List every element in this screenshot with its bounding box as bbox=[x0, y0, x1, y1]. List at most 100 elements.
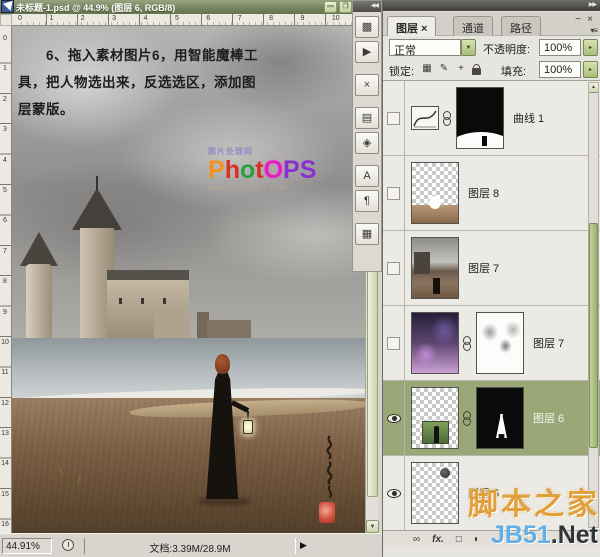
visibility-toggle[interactable] bbox=[383, 231, 405, 306]
dock-expand-control[interactable]: ◀◀ bbox=[353, 1, 381, 12]
beach-art bbox=[12, 398, 365, 533]
hidden-eye-well[interactable] bbox=[387, 262, 400, 275]
layer-thumbnail[interactable] bbox=[411, 312, 459, 374]
layer-row-layer8[interactable]: 图层 8 bbox=[383, 156, 600, 231]
layer-mask-thumbnail[interactable] bbox=[456, 87, 504, 149]
black-dress bbox=[202, 369, 244, 499]
add-mask-icon[interactable]: □ bbox=[456, 534, 462, 545]
eye-icon[interactable] bbox=[387, 414, 401, 423]
hidden-eye-well[interactable] bbox=[387, 337, 400, 350]
ruler-number: 0 bbox=[12, 14, 43, 25]
layer-name[interactable]: 图层 6 bbox=[533, 410, 564, 426]
lock-all-icon[interactable] bbox=[472, 68, 481, 75]
hidden-eye-well[interactable] bbox=[387, 112, 400, 125]
ruler-number: 6 bbox=[200, 14, 231, 25]
layer-name[interactable]: 曲线 1 bbox=[513, 110, 544, 126]
visibility-toggle[interactable] bbox=[383, 81, 405, 156]
link-layers-icon[interactable]: ∞ bbox=[413, 534, 420, 545]
mask-link-icon[interactable] bbox=[462, 411, 470, 425]
layer-thumbnail[interactable] bbox=[411, 387, 459, 449]
restore-button[interactable]: ❐ bbox=[339, 1, 352, 13]
visibility-toggle[interactable] bbox=[383, 306, 405, 381]
lock-paint-icon[interactable]: ✎ bbox=[438, 62, 450, 75]
panel-close-button[interactable]: × bbox=[587, 14, 593, 25]
layer-row-layer6-selected[interactable]: 图层 6 bbox=[383, 381, 600, 456]
woman-figure-art bbox=[195, 354, 253, 508]
panel-scrollbar[interactable]: ▲ bbox=[588, 82, 599, 528]
document-window: 未标题-1.psd @ 44.9% (图层 6, RGB/8) — ❐ 0123… bbox=[0, 0, 382, 557]
layer-thumbnail[interactable] bbox=[411, 162, 459, 224]
layer-row-layer5[interactable]: 图层 5 bbox=[383, 456, 600, 530]
tab-layers[interactable]: 图层 × bbox=[387, 16, 436, 36]
mask-link-icon[interactable] bbox=[462, 336, 470, 350]
character-palette-icon[interactable]: A bbox=[355, 165, 379, 187]
document-size-info: 文档:3.39M/28.9M bbox=[84, 538, 296, 554]
eye-icon[interactable] bbox=[387, 489, 401, 498]
visibility-toggle[interactable] bbox=[383, 381, 405, 456]
panel-collapse-control[interactable]: ▶▶ bbox=[383, 0, 600, 11]
layer-row-layer7b[interactable]: 图层 7 bbox=[383, 306, 600, 381]
canvas[interactable]: 6、拖入素材图片6，用智能魔棒工 具，把人物选出来，反选选区，添加图 层蒙版。 … bbox=[12, 26, 365, 533]
panel-scroll-thumb[interactable] bbox=[589, 223, 598, 448]
layer-thumbnail[interactable] bbox=[411, 237, 459, 299]
opacity-value-field[interactable]: 100% bbox=[539, 39, 581, 56]
layer-name[interactable]: 图层 8 bbox=[468, 185, 499, 201]
zoom-level-field[interactable]: 44.91% bbox=[2, 538, 52, 554]
paragraph-palette-icon[interactable]: ¶ bbox=[355, 190, 379, 212]
layer-name[interactable]: 图层 7 bbox=[468, 260, 499, 276]
document-titlebar[interactable]: 未标题-1.psd @ 44.9% (图层 6, RGB/8) — ❐ bbox=[0, 0, 382, 14]
visibility-toggle[interactable] bbox=[383, 456, 405, 531]
tool-presets-palette-icon[interactable]: × bbox=[355, 74, 379, 96]
lock-transparency-icon[interactable]: ▦ bbox=[421, 62, 433, 75]
curves-adjustment-thumbnail[interactable] bbox=[411, 106, 439, 130]
brushes-palette-icon[interactable]: ▩ bbox=[355, 16, 379, 38]
panel-menu-icon[interactable]: ▾≡ bbox=[590, 26, 597, 35]
blend-dropdown-icon[interactable]: ▼ bbox=[461, 39, 476, 56]
layers-panel: ▶▶ 图层 × 通道 路径 − × ▾≡ 正常 ▼ 不透明度: 100% ▸ 锁… bbox=[382, 0, 600, 557]
tab-channels[interactable]: 通道 bbox=[453, 16, 493, 36]
layer-name[interactable]: 图层 7 bbox=[533, 335, 564, 351]
layer-thumbnail[interactable] bbox=[411, 462, 459, 524]
layer-row-curves1[interactable]: 曲线 1 bbox=[383, 81, 600, 156]
layer-comps-palette-icon[interactable]: ▤ bbox=[355, 107, 379, 129]
logo-compass-o: O bbox=[264, 156, 283, 184]
layer-row-layer7a[interactable]: 图层 7 bbox=[383, 231, 600, 306]
ruler-number: 9 bbox=[0, 300, 10, 330]
minimize-button[interactable]: — bbox=[324, 1, 337, 13]
logo-letter: P bbox=[208, 156, 225, 184]
layer-name[interactable]: 图层 5 bbox=[468, 485, 499, 501]
ruler-number: 0 bbox=[0, 26, 10, 56]
blend-mode-select[interactable]: 正常 bbox=[389, 39, 461, 56]
opacity-slider-icon[interactable]: ▸ bbox=[583, 39, 598, 56]
logo-letter: t bbox=[255, 156, 263, 184]
clone-source-palette-icon[interactable]: ◈ bbox=[355, 132, 379, 154]
fill-slider-icon[interactable]: ▸ bbox=[583, 61, 598, 78]
ruler-number: 6 bbox=[0, 208, 10, 238]
ruler-number: 15 bbox=[0, 482, 10, 512]
tutorial-line: 具，把人物选出来，反选选区，添加图 bbox=[18, 69, 354, 96]
tab-paths[interactable]: 路径 bbox=[501, 16, 541, 36]
layer-style-icon[interactable]: fx. bbox=[432, 534, 444, 545]
actions-palette-icon[interactable]: ▶ bbox=[355, 41, 379, 63]
hidden-eye-well[interactable] bbox=[387, 187, 400, 200]
fill-value-field[interactable]: 100% bbox=[539, 61, 581, 78]
adjustment-layer-icon[interactable]: ◐ bbox=[474, 534, 480, 545]
lock-position-icon[interactable]: + bbox=[455, 62, 467, 75]
layer-mask-thumbnail[interactable] bbox=[476, 312, 524, 374]
ruler-corner bbox=[0, 14, 12, 26]
histogram-palette-icon[interactable]: ▦ bbox=[355, 223, 379, 245]
palette-dock-strip: ◀◀ ▩ ▶ × ▤ ◈ A ¶ ▦ bbox=[352, 0, 382, 272]
mask-link-icon[interactable] bbox=[442, 111, 450, 125]
logo-letter: PS bbox=[283, 156, 316, 184]
ruler-number: 11 bbox=[0, 360, 10, 390]
panel-minimize-button[interactable]: − bbox=[575, 14, 581, 25]
visibility-toggle[interactable] bbox=[383, 156, 405, 231]
panel-scroll-up-arrow[interactable]: ▲ bbox=[589, 83, 598, 93]
status-options-arrow[interactable]: ▶ bbox=[300, 540, 307, 551]
horizontal-ruler: 012345678910 bbox=[12, 14, 365, 26]
scroll-down-arrow[interactable]: ▼ bbox=[366, 520, 379, 533]
castle-roof bbox=[72, 188, 122, 230]
status-bar: 44.91% 文档:3.39M/28.9M ▶ bbox=[0, 533, 382, 557]
panel-tab-bar: 图层 × 通道 路径 − × ▾≡ bbox=[383, 12, 600, 36]
layer-mask-thumbnail[interactable] bbox=[476, 387, 524, 449]
